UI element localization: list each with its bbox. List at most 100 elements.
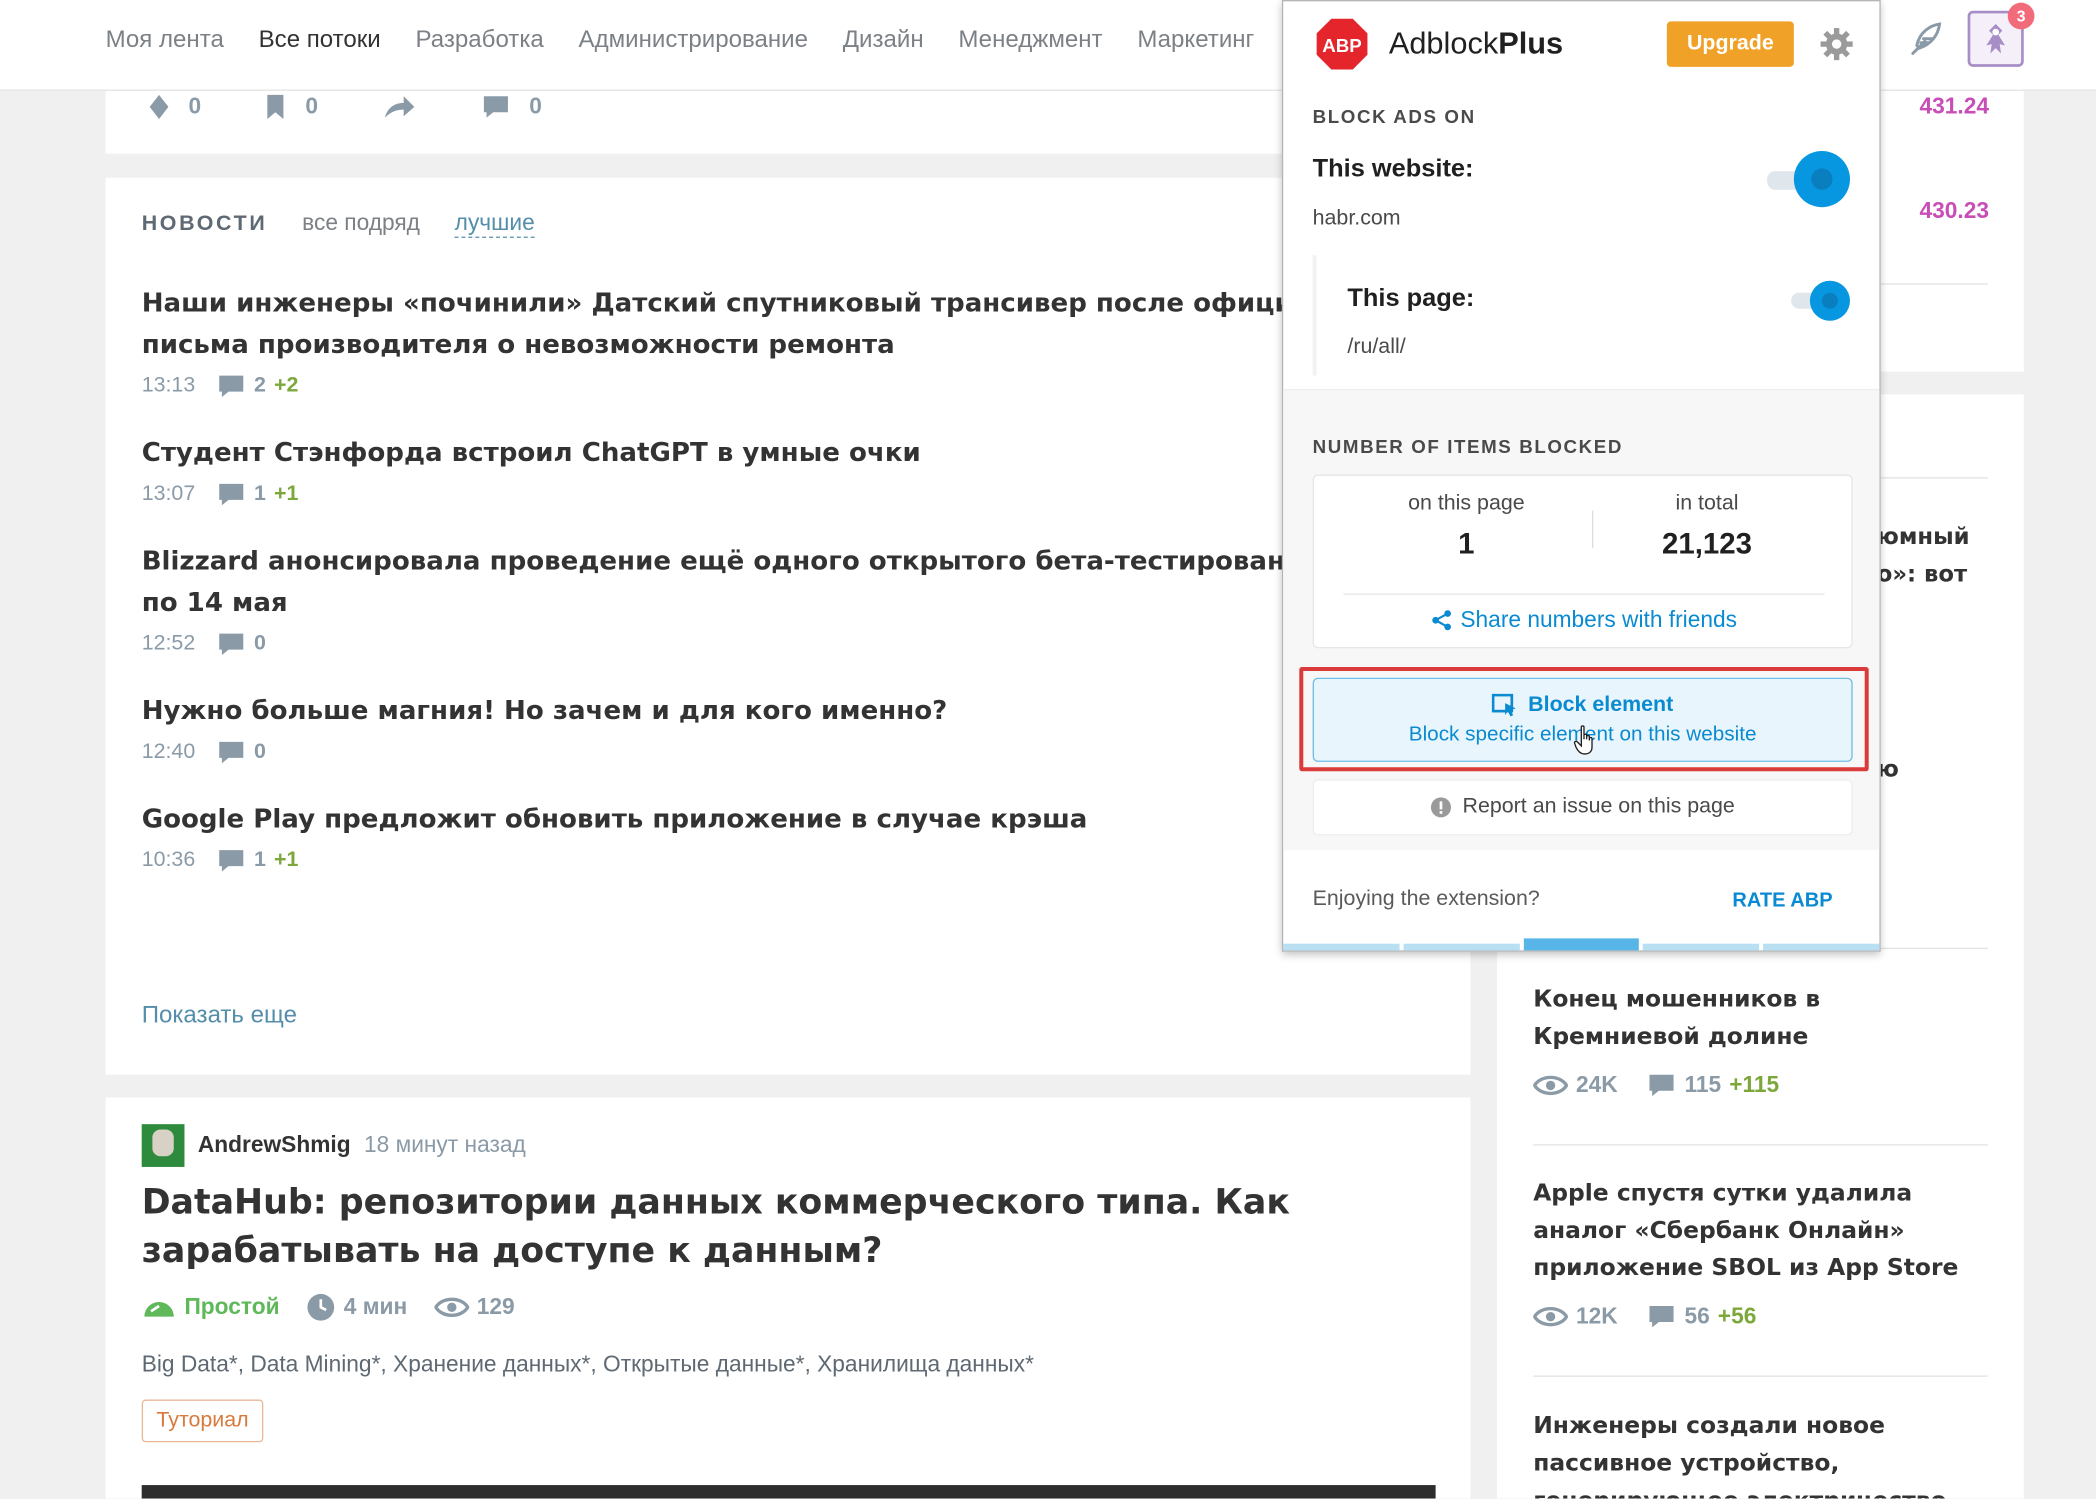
news-heading: НОВОСТИ	[141, 212, 268, 236]
nav-marketing[interactable]: Маркетинг	[1137, 25, 1254, 53]
comment-icon	[219, 850, 244, 872]
news-item-comments[interactable]: 2 +2	[217, 373, 298, 400]
website-toggle[interactable]	[1767, 151, 1850, 210]
page-path: /ru/all/	[1347, 335, 1406, 359]
bookmarks-stat[interactable]: 0	[265, 94, 318, 121]
news-item-comments[interactable]: 1 +1	[217, 847, 298, 874]
share-numbers-link[interactable]: Share numbers with friends	[1314, 607, 1854, 634]
sidebar-article-partial[interactable]: о»: вот	[1877, 561, 1967, 588]
news-filter-all[interactable]: все подряд	[302, 210, 420, 237]
news-item-time: 10:36	[141, 848, 196, 872]
settings-gear-icon[interactable]	[1819, 27, 1854, 62]
pager-segment[interactable]	[1403, 943, 1520, 951]
on-page-label: on this page	[1408, 491, 1525, 515]
page-toggle[interactable]	[1791, 279, 1852, 322]
block-ads-on-label: BLOCK ADS ON	[1312, 105, 1476, 127]
hand-pointer-icon	[1573, 725, 1593, 755]
eye-icon	[433, 1297, 469, 1317]
votes-stat[interactable]: 0	[148, 94, 201, 121]
comments-count: 0	[529, 93, 542, 119]
post-title[interactable]: DataHub: репозитории данных коммерческог…	[142, 1179, 1372, 1275]
sidebar-article[interactable]: Apple спустя сутки удалила аналог «Сберб…	[1533, 1175, 1994, 1330]
news-item[interactable]: Blizzard анонсировала проведение ещё одн…	[142, 540, 1305, 658]
post-author: AndrewShmig 18 минут назад	[141, 1124, 526, 1167]
user-avatar-icon	[1986, 24, 2006, 54]
new-comments-count: +1	[273, 482, 299, 506]
author-avatar[interactable]	[141, 1124, 185, 1167]
author-name[interactable]: AndrewShmig	[198, 1132, 351, 1159]
nav-design[interactable]: Дизайн	[843, 25, 924, 53]
news-item-title[interactable]: Google Play предложит обновить приложени…	[142, 798, 1284, 839]
post-type-badge: Туториал	[141, 1399, 264, 1443]
pager-segment[interactable]	[1643, 943, 1760, 951]
clock-icon	[307, 1293, 335, 1321]
comment-icon	[483, 96, 508, 118]
news-item-time: 12:52	[141, 632, 196, 655]
difficulty-icon	[144, 1301, 174, 1317]
show-more-link[interactable]: Показать еще	[142, 1001, 297, 1029]
comments-count[interactable]: 115 +115	[1647, 1072, 1779, 1099]
svg-text:ABP: ABP	[1322, 35, 1362, 56]
report-issue-button[interactable]: Report an issue on this page	[1312, 779, 1853, 836]
news-item-comments[interactable]: 0	[217, 631, 266, 658]
this-page-label: This page:	[1347, 284, 1475, 313]
user-avatar[interactable]: 3	[1967, 2, 2035, 67]
adblockplus-popup: ABP AdblockPlus Upgrade BLOCK ADS ON Thi…	[1281, 0, 1881, 952]
comment-count: 56	[1684, 1303, 1710, 1329]
news-item-comments[interactable]: 0	[217, 739, 266, 766]
nav-administration[interactable]: Администрирование	[579, 25, 808, 53]
share-arrow-icon	[384, 96, 415, 118]
share-stat[interactable]	[382, 94, 417, 121]
new-comments-count: +56	[1717, 1303, 1757, 1329]
reading-time-value: 4 мин	[343, 1293, 408, 1320]
share-icon	[1431, 610, 1451, 631]
sidebar-article-partial[interactable]: юмный	[1877, 524, 1970, 551]
news-item-title-line2[interactable]: по 14 мая	[142, 581, 1284, 622]
nav-my-feed[interactable]: Моя лента	[106, 25, 224, 53]
news-item[interactable]: Студент Стэнфорда встроил ChatGPT в умны…	[142, 432, 1305, 508]
nav-management[interactable]: Менеджмент	[958, 25, 1102, 53]
comment-count: 2	[254, 374, 266, 397]
sidebar-article[interactable]: Конец мошенников в Кремниевой долине 24K…	[1533, 981, 1994, 1099]
rate-abp-link[interactable]: RATE ABP	[1732, 889, 1832, 912]
items-blocked-label: NUMBER OF ITEMS BLOCKED	[1312, 435, 1623, 458]
abp-brand-name: AdblockPlus	[1388, 25, 1564, 61]
reading-time: 4 мин	[306, 1293, 407, 1322]
pager-segment[interactable]	[1763, 943, 1880, 951]
comments-stat[interactable]: 0	[481, 94, 542, 121]
sidebar-article-title[interactable]: Инженеры создали новое пассивное устройс…	[1533, 1408, 1994, 1499]
total-label: in total	[1675, 491, 1739, 515]
views-count: 129	[433, 1294, 515, 1321]
pager-segment-active[interactable]	[1523, 938, 1640, 951]
pager-segment[interactable]	[1283, 943, 1400, 951]
news-filter-best[interactable]: лучшие	[454, 210, 535, 238]
upgrade-button[interactable]: Upgrade	[1666, 21, 1794, 67]
new-comments-count: +115	[1729, 1072, 1780, 1098]
news-item-comments[interactable]: 1 +1	[217, 481, 299, 508]
news-item-title[interactable]: Blizzard анонсировала проведение ещё одн…	[142, 540, 1284, 581]
news-item[interactable]: Google Play предложит обновить приложени…	[142, 798, 1305, 874]
previous-post-stats-card: 0 0 0	[105, 90, 1471, 154]
sidebar-article-title[interactable]: Конец мошенников в Кремниевой долине	[1533, 981, 1994, 1056]
news-item-title[interactable]: Студент Стэнфорда встроил ChatGPT в умны…	[142, 432, 1284, 473]
sidebar-article[interactable]: Инженеры создали новое пассивное устройс…	[1533, 1408, 1994, 1499]
news-item[interactable]: Наши инженеры «починили» Датский спутник…	[142, 282, 1305, 400]
comment-icon	[1649, 1074, 1674, 1097]
news-item-title[interactable]: Нужно больше магния! Но зачем и для кого…	[142, 690, 1284, 731]
bookmarks-count: 0	[305, 93, 319, 119]
blocked-counts-card: on this page 1 in total 21,123 Share num…	[1312, 474, 1854, 649]
news-list: Наши инженеры «починили» Датский спутник…	[142, 282, 1305, 906]
flows-nav: Моя лента Все потоки Разработка Админист…	[106, 25, 1255, 53]
comment-icon	[219, 375, 244, 397]
news-item-title[interactable]: Наши инженеры «починили» Датский спутник…	[142, 282, 1284, 323]
sidebar-article-title[interactable]: Apple спустя сутки удалила аналог «Сберб…	[1533, 1175, 1994, 1287]
nav-development[interactable]: Разработка	[416, 25, 544, 53]
comments-count[interactable]: 56 +56	[1647, 1303, 1756, 1330]
post-hubs[interactable]: Big Data*, Data Mining*, Хранение данных…	[142, 1351, 1034, 1378]
news-item-title-line2[interactable]: письма производителя о невозможности рем…	[142, 323, 1284, 364]
abp-header: ABP AdblockPlus Upgrade	[1283, 1, 1879, 87]
news-item[interactable]: Нужно больше магния! Но зачем и для кого…	[142, 690, 1305, 766]
write-post-icon[interactable]	[1906, 19, 1946, 59]
notification-badge: 3	[2007, 2, 2035, 30]
nav-all-flows[interactable]: Все потоки	[259, 25, 381, 53]
